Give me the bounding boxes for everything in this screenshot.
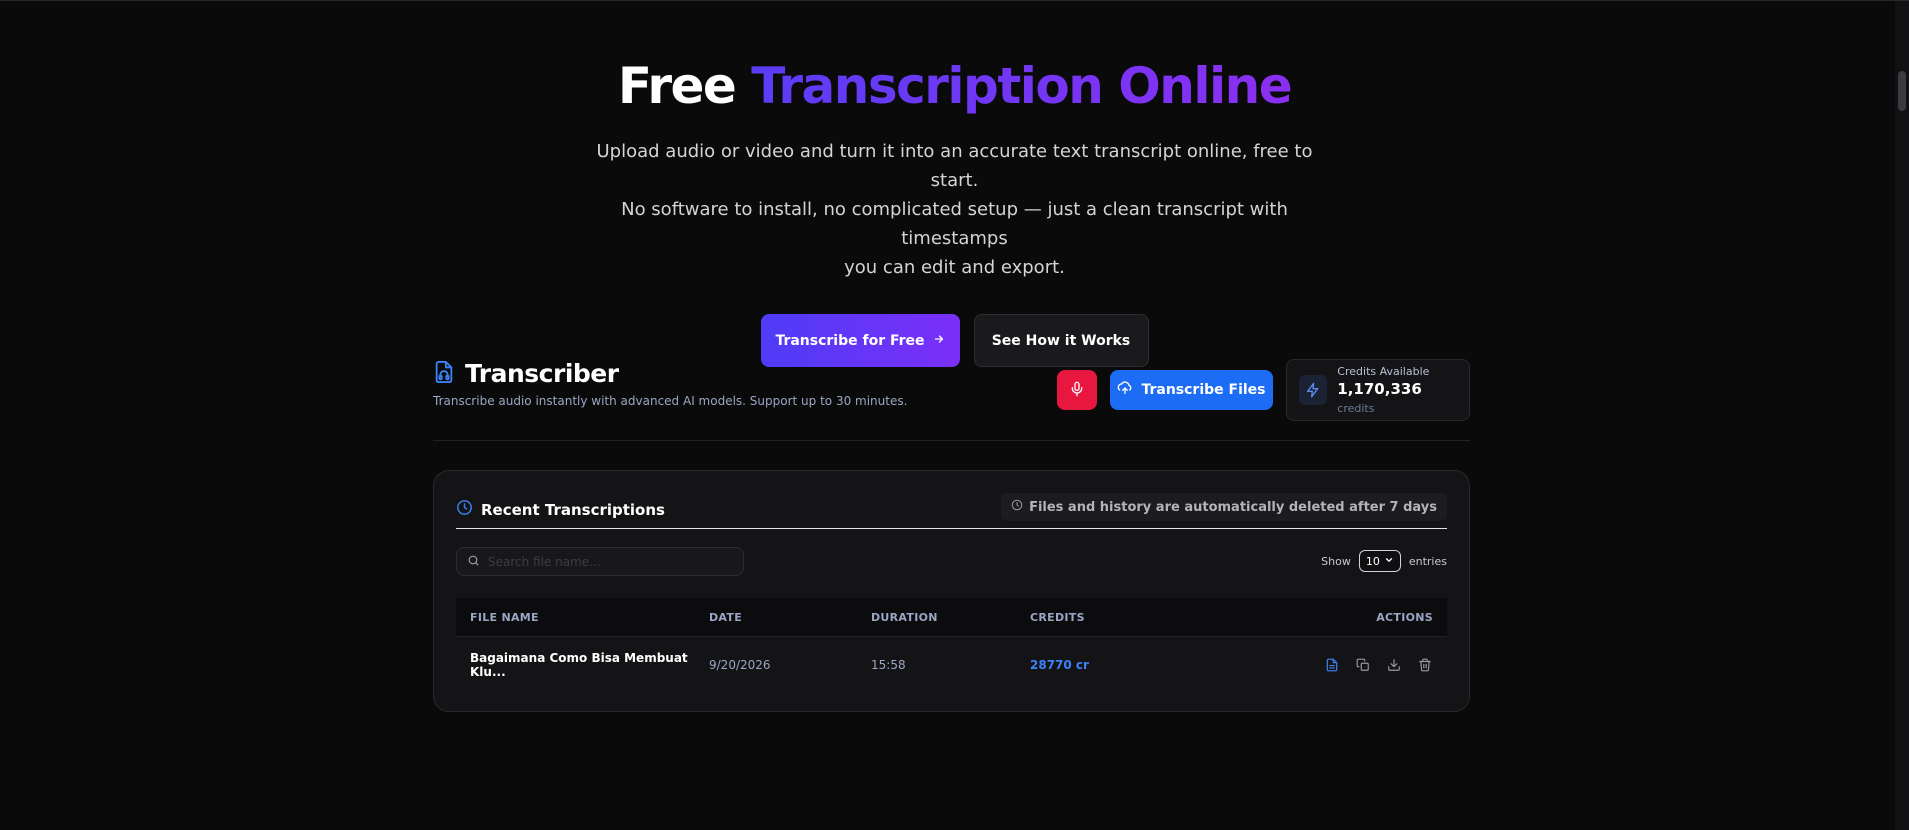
column-header-file-name[interactable]: FILE NAME [456, 611, 709, 624]
record-mic-button[interactable] [1057, 370, 1097, 410]
entries-select[interactable]: 10 [1358, 550, 1401, 572]
auto-delete-notice-text: Files and history are automatically dele… [1029, 499, 1437, 515]
lightning-icon [1299, 375, 1328, 405]
hero-section: Free Transcription Online Upload audio o… [0, 53, 1909, 367]
transcriber-header: Transcriber Transcribe audio instantly w… [433, 359, 1470, 441]
row-duration: 15:58 [871, 657, 906, 672]
hero-title: Free Transcription Online [0, 53, 1909, 119]
transcriptions-table: FILE NAME DATE DURATION CREDITS ACTIONS … [456, 598, 1447, 692]
cloud-upload-icon [1117, 380, 1133, 400]
arrow-right-icon [933, 333, 945, 349]
view-transcript-icon[interactable] [1323, 656, 1340, 673]
transcribe-files-label: Transcribe Files [1141, 382, 1266, 398]
transcriber-controls: Transcribe Files Credits Available 1,170… [1057, 359, 1470, 421]
page-scrollbar-thumb[interactable] [1898, 71, 1906, 111]
entries-label: entries [1408, 554, 1447, 568]
credits-value: 1,170,336 credits [1337, 380, 1457, 416]
transcribe-files-button[interactable]: Transcribe Files [1110, 370, 1273, 410]
copy-icon[interactable] [1354, 656, 1371, 673]
hero-subtitle: Upload audio or video and turn it into a… [575, 137, 1335, 282]
credits-unit: credits [1337, 401, 1375, 415]
transcribe-free-label: Transcribe for Free [775, 332, 925, 349]
hero-subtitle-line: No software to install, no complicated s… [621, 199, 1288, 249]
trash-icon[interactable] [1416, 656, 1433, 673]
search-input[interactable] [488, 554, 728, 569]
column-header-actions: ACTIONS [1376, 610, 1433, 624]
entries-control: Show 10 entries [1321, 550, 1447, 572]
credits-card: Credits Available 1,170,336 credits [1286, 359, 1470, 421]
recent-header: Recent Transcriptions Files and history … [456, 493, 1447, 529]
row-actions [1230, 656, 1447, 673]
credits-label: Credits Available [1337, 364, 1430, 378]
entries-select-value: 10 [1365, 554, 1380, 568]
hero-subtitle-line: you can edit and export. [844, 257, 1065, 278]
search-icon [467, 552, 480, 571]
see-how-it-works-label: See How it Works [991, 332, 1131, 349]
row-credits: 28770 cr [1030, 657, 1089, 672]
hero-subtitle-line: Upload audio or video and turn it into a… [596, 141, 1313, 191]
table-row: Bagaimana Como Bisa Membuat Klu... 9/20/… [456, 636, 1447, 692]
auto-delete-notice: Files and history are automatically dele… [1001, 493, 1447, 521]
clock-icon [456, 499, 473, 520]
page-scrollbar[interactable] [1895, 1, 1909, 830]
row-file-name[interactable]: Bagaimana Como Bisa Membuat Klu... [456, 651, 709, 679]
column-header-duration[interactable]: DURATION [871, 611, 1030, 624]
file-audio-icon [433, 360, 455, 388]
column-header-credits[interactable]: CREDITS [1030, 611, 1230, 624]
credits-amount: 1,170,336 [1337, 379, 1422, 398]
credits-info: Credits Available 1,170,336 credits [1337, 365, 1457, 416]
microphone-icon [1069, 381, 1085, 400]
hero-title-gradient: Transcription Online [751, 57, 1292, 115]
download-icon[interactable] [1385, 656, 1402, 673]
show-label: Show [1321, 554, 1351, 568]
recent-title: Recent Transcriptions [481, 500, 665, 519]
row-date: 9/20/2026 [709, 657, 771, 672]
table-header: FILE NAME DATE DURATION CREDITS ACTIONS [456, 598, 1447, 636]
page: Free Transcription Online Upload audio o… [0, 0, 1909, 830]
column-header-date[interactable]: DATE [709, 611, 871, 624]
transcriber-title: Transcriber [465, 359, 619, 388]
chevron-down-icon [1384, 555, 1394, 568]
hero-title-plain: Free [617, 57, 737, 115]
clock-small-icon [1011, 499, 1023, 515]
search-box [456, 547, 744, 576]
recent-title-wrap: Recent Transcriptions [456, 499, 665, 520]
recent-transcriptions-card: Recent Transcriptions Files and history … [433, 470, 1470, 712]
